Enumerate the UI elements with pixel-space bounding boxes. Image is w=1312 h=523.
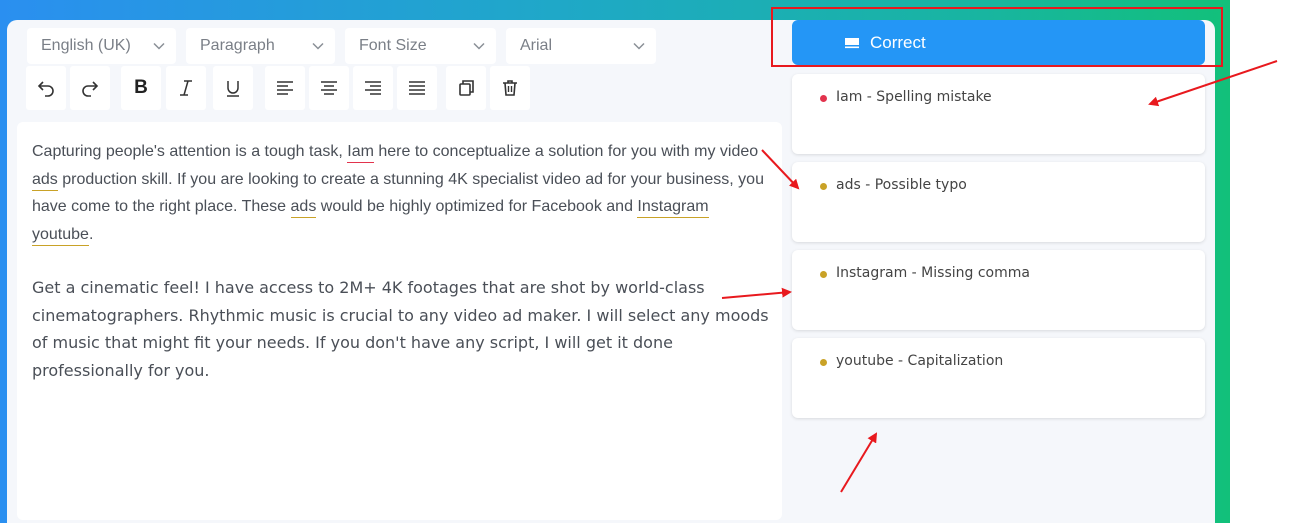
suggestion-text: ads - Possible typo: [836, 177, 967, 193]
block-style-select-value: Paragraph: [200, 37, 275, 54]
chevron-down-icon: [473, 42, 485, 50]
suggestion-card[interactable]: Instagram - Missing comma: [792, 250, 1205, 330]
redo-button[interactable]: [70, 66, 110, 110]
suggestion-card[interactable]: ads - Possible typo: [792, 162, 1205, 242]
font-size-select-value: Font Size: [359, 37, 427, 54]
editor-paragraph-2: Get a cinematic feel! I have access to 2…: [32, 278, 769, 380]
trash-icon: [503, 80, 517, 96]
bold-icon: B: [134, 77, 148, 98]
justify-button[interactable]: [397, 66, 437, 110]
font-family-select-value: Arial: [520, 37, 553, 54]
text-run: Capturing people's attention is a tough …: [32, 143, 348, 160]
align-left-button[interactable]: [265, 66, 305, 110]
italic-button[interactable]: [166, 66, 206, 110]
editor-paragraph-1: Capturing people's attention is a tough …: [32, 138, 772, 248]
block-style-select[interactable]: Paragraph: [186, 28, 335, 64]
delete-button[interactable]: [490, 66, 530, 110]
underline-icon: [227, 81, 239, 97]
align-left-icon: [277, 81, 293, 95]
spelling-error-word[interactable]: Iam: [347, 143, 374, 163]
annotation-highlight-box: [771, 7, 1223, 67]
text-run: would be highly optimized for Facebook a…: [316, 198, 638, 215]
undo-icon: [37, 81, 54, 97]
text-run: here to conceptualize a solution for you…: [373, 143, 759, 160]
warning-dot-icon: [820, 271, 827, 278]
typo-word[interactable]: ads: [290, 198, 317, 218]
redo-icon: [82, 81, 99, 97]
text-run: .: [88, 225, 94, 243]
align-right-button[interactable]: [353, 66, 393, 110]
chevron-down-icon: [312, 42, 324, 50]
font-family-select[interactable]: Arial: [506, 28, 656, 64]
error-dot-icon: [820, 95, 827, 102]
chevron-down-icon: [633, 42, 645, 50]
language-select[interactable]: English (UK): [27, 28, 176, 64]
language-select-value: English (UK): [41, 37, 131, 54]
suggestion-card[interactable]: youtube - Capitalization: [792, 338, 1205, 418]
text-editor[interactable]: Capturing people's attention is a tough …: [17, 122, 782, 520]
chevron-down-icon: [153, 42, 165, 50]
font-size-select[interactable]: Font Size: [345, 28, 496, 64]
align-right-icon: [365, 81, 381, 95]
copy-button[interactable]: [446, 66, 486, 110]
justify-icon: [409, 81, 425, 95]
italic-icon: [180, 80, 192, 96]
suggestion-text: youtube - Capitalization: [836, 353, 1004, 369]
typo-word[interactable]: ads: [32, 170, 58, 191]
bold-button[interactable]: B: [121, 66, 161, 110]
underline-button[interactable]: [213, 66, 253, 110]
suggestion-card[interactable]: Iam - Spelling mistake: [792, 74, 1205, 154]
align-center-icon: [321, 81, 337, 95]
suggestion-text: Instagram - Missing comma: [836, 265, 1030, 281]
align-center-button[interactable]: [309, 66, 349, 110]
warning-dot-icon: [820, 183, 827, 190]
undo-button[interactable]: [26, 66, 66, 110]
suggestion-text: Iam - Spelling mistake: [836, 89, 992, 105]
copy-icon: [459, 80, 474, 96]
warning-dot-icon: [820, 359, 827, 366]
